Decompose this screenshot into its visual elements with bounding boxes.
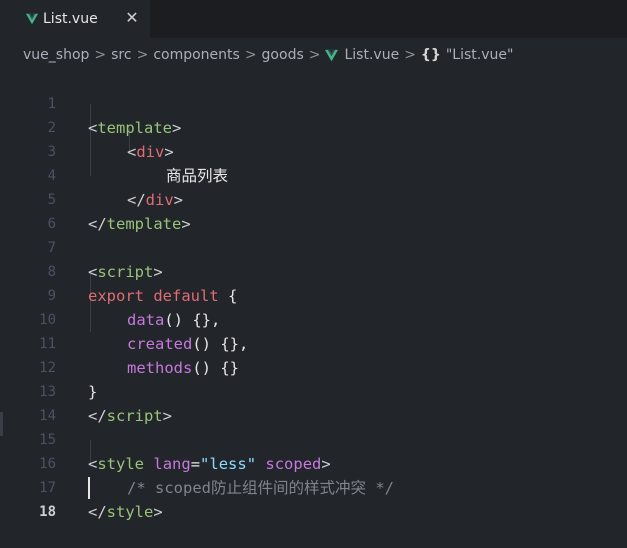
code-line: 12 } [0, 332, 627, 401]
close-icon[interactable]: ✕ [124, 9, 140, 27]
chevron-right-icon: > [244, 47, 257, 63]
code-line: 7 <script> [0, 212, 627, 281]
code-line: 3 商品列表 [0, 116, 627, 185]
breadcrumb-item-components[interactable]: components [153, 47, 240, 63]
chevron-right-icon: > [308, 47, 321, 63]
breadcrumb-item-goods[interactable]: goods [262, 47, 304, 63]
code-line: 10 created() {}, [0, 284, 627, 353]
code-line: 9 data() {}, [0, 260, 627, 329]
tab-list-vue[interactable]: List.vue ✕ [0, 0, 150, 38]
breadcrumb: vue_shop > src > components > goods > Li… [0, 38, 627, 72]
tab-title: List.vue [43, 11, 98, 27]
breadcrumb-item-vue-shop[interactable]: vue_shop [23, 47, 89, 63]
breadcrumb-item-file[interactable]: List.vue [344, 47, 399, 63]
breadcrumb-item-src[interactable]: src [111, 47, 131, 63]
code-line: 1 <template> [0, 68, 627, 137]
code-line: 15 <style lang="less" scoped> [0, 404, 627, 473]
code-line: 5 </template> [0, 164, 627, 233]
vue-icon [26, 13, 38, 25]
code-line: 16 /* scoped防止组件间的样式冲突 */ [0, 428, 627, 497]
text-cursor [88, 477, 90, 499]
code-content: </style> [88, 503, 163, 521]
breadcrumb-item-symbol[interactable]: "List.vue" [446, 47, 514, 63]
code-line: 6 [0, 188, 627, 232]
code-line: 14 [0, 380, 627, 424]
tab-bar: List.vue ✕ [0, 0, 627, 38]
code-line: 2 <div> [0, 92, 627, 161]
chevron-right-icon: > [404, 47, 416, 63]
code-editor[interactable]: 1 <template> 2 <div> 3 商品列表 4 </div> 5 <… [0, 68, 627, 542]
code-line: 11 methods() {} [0, 308, 627, 377]
code-line: 13 </script> [0, 356, 627, 425]
code-line-active: 18 [0, 476, 627, 520]
vue-icon [325, 49, 339, 61]
line-number: 18 [39, 504, 56, 520]
chevron-right-icon: > [136, 47, 149, 63]
chevron-right-icon: > [94, 47, 107, 63]
code-line: 8 export default { [0, 236, 627, 305]
braces-icon: {} [420, 47, 441, 63]
code-line: 17 </style> [0, 452, 627, 521]
code-line: 4 </div> [0, 140, 627, 209]
